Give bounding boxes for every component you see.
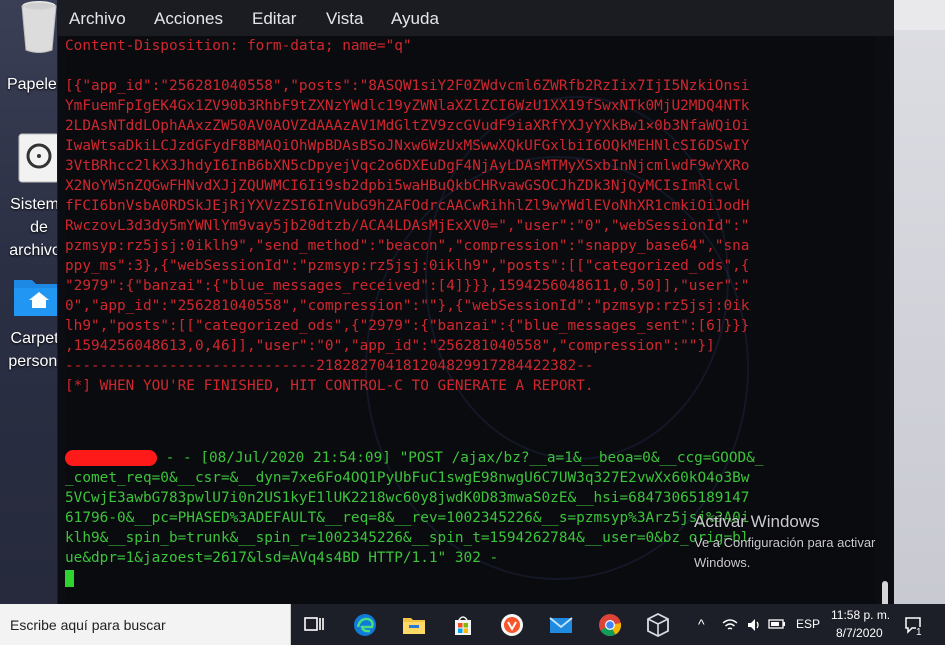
background-window-edge <box>894 0 945 604</box>
terminal-line: 61796-0&__pc=PHASED%3ADEFAULT&__req=8&__… <box>65 510 750 526</box>
battery-icon[interactable] <box>768 618 786 630</box>
brave-browser-icon[interactable] <box>499 612 525 638</box>
trash-bin-icon <box>21 1 57 53</box>
terminal-line: ,1594256048613,0,46]],"user":"0","app_id… <box>65 338 715 354</box>
mail-icon[interactable] <box>548 612 574 638</box>
terminal-scrollbar[interactable] <box>875 36 895 621</box>
terminal-line: klh9&__spin_b=trunk&__spin_r=1002345226&… <box>65 530 750 546</box>
clock-time[interactable]: 11:58 p. m. <box>831 608 890 622</box>
volume-icon[interactable] <box>746 617 762 633</box>
terminal-line: 0","app_id":"256281040558","compression"… <box>65 298 750 314</box>
menu-archivo[interactable]: Archivo <box>69 9 126 29</box>
search-input[interactable] <box>0 604 290 645</box>
terminal-line: YmFuemFpIgEK4Gx1ZV90b3RhbF9tZXNzYWdlc19y… <box>65 98 750 114</box>
terminal-line: [*] WHEN YOU'RE FINISHED, HIT CONTROL-C … <box>65 378 594 394</box>
chevron-up-icon[interactable]: ^ <box>698 616 705 632</box>
terminal-line: X2NoYW5nZQGwFHNvdXJjZQUWMCI6Ii9sb2dpbi5w… <box>65 178 741 194</box>
watermark-line2: Windows. <box>694 555 751 570</box>
menu-vista[interactable]: Vista <box>326 9 364 29</box>
clock-date[interactable]: 8/7/2020 <box>836 626 883 640</box>
terminal-line: "2979":{"banzai":{"blue_messages_receive… <box>65 278 750 294</box>
taskbar-search-box[interactable] <box>0 604 291 645</box>
terminal-line: RwczovL3d3dy5mYWNlYm9vay5jb20dtzb/ACA4LD… <box>65 218 750 234</box>
watermark-title: Activar Windows <box>694 512 820 531</box>
terminal-line: ppy_ms":3},{"webSessionId":"pzmsyp:rz5js… <box>65 258 750 274</box>
terminal-line: 5VCwjE3awbG783pwlU7i0n2US1kyE1lUK2218wc6… <box>65 490 750 506</box>
redacted-ip-mark <box>65 450 157 466</box>
terminal-line: lh9","posts":[["categorized_ods",{"2979"… <box>65 318 750 334</box>
terminal-line: ue&dpr=1&jazoest=2617&lsd=AVq4s4BD HTTP/… <box>65 550 499 566</box>
activate-windows-watermark: Activar Windows Ve a Configuración para … <box>694 511 875 573</box>
terminal-cursor <box>65 569 74 587</box>
menu-acciones[interactable]: Acciones <box>154 9 223 29</box>
watermark-line1: Ve a Configuración para activar <box>694 535 876 550</box>
chrome-browser-icon[interactable] <box>597 612 623 638</box>
file-explorer-icon[interactable] <box>401 612 427 638</box>
menu-editar[interactable]: Editar <box>252 9 296 29</box>
terminal-line: _comet_req=0&__csr=&__dyn=7xe6Fo4OQ1PyUb… <box>65 470 750 486</box>
network-icon[interactable] <box>722 618 738 632</box>
virtualbox-icon[interactable] <box>645 612 671 638</box>
terminal-line: pzmsyp:rz5jsj:0iklh9","send_method":"bea… <box>65 238 750 254</box>
terminal-line: fFCI6bnVsbA0RDSkJEjRjYXVzZSI6InVubG9hZAF… <box>65 198 750 214</box>
terminal-output-red: Content-Disposition: form-data; name="q"… <box>65 36 875 396</box>
menu-ayuda[interactable]: Ayuda <box>391 9 439 29</box>
terminal-line: - - [08/Jul/2020 21:54:09] "POST /ajax/b… <box>157 450 764 466</box>
taskbar: ^ ESP 11:58 p. m. 8/7/2020 1 <box>0 604 945 645</box>
task-view-icon[interactable] <box>301 612 327 638</box>
microsoft-store-icon[interactable] <box>450 612 476 638</box>
terminal-line: -----------------------------21828270418… <box>65 358 594 374</box>
terminal-line: 2LDAsNTddLOphAAxzZW50AV0AOVZdAAAzAV1MdGl… <box>65 118 750 134</box>
terminal-line: IwaWtsaDkiLCJzdGFydF8BMAQiOhWpBDAsBSoJNx… <box>65 138 750 154</box>
edge-browser-icon[interactable] <box>352 612 378 638</box>
terminal-line: Content-Disposition: form-data; name="q" <box>65 38 412 54</box>
terminal-menubar: Archivo Acciones Editar Vista Ayuda <box>58 0 895 36</box>
notification-count-badge: 1 <box>916 627 922 638</box>
terminal-line: 3VtBRhcc2lkX3JhdyI6InB6bXN5cDpyejVqc2o6D… <box>65 158 750 174</box>
terminal-line: [{"app_id":"256281040558","posts":"8ASQW… <box>65 78 750 94</box>
background-window-body <box>894 30 945 604</box>
language-indicator[interactable]: ESP <box>796 617 820 631</box>
disk-drive-icon <box>18 133 60 183</box>
